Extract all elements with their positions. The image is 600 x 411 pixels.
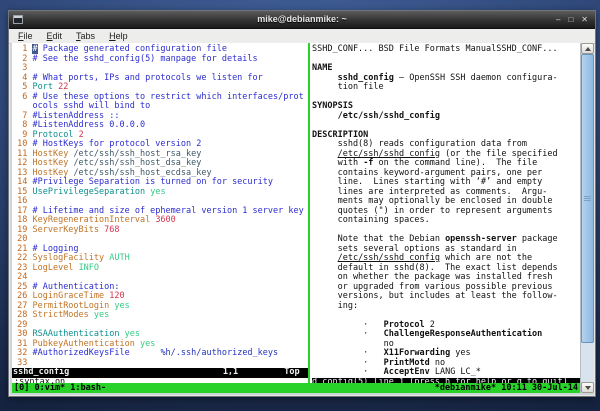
vim-line: 23 LogLevel INFO <box>12 264 308 274</box>
line-number: 26 <box>12 291 32 301</box>
window-titlebar[interactable]: mike@debianmike: ~ –□ ✕ <box>9 11 595 29</box>
line-number: 1 <box>12 44 32 54</box>
terminal-area: 1 # Package generated configuration file… <box>10 43 594 395</box>
man-line: ing: <box>312 302 580 312</box>
scrollbar[interactable] <box>580 43 594 393</box>
vim-line: 15 UsePrivilegeSeparation yes <box>12 188 308 198</box>
line-number: 21 <box>12 244 32 254</box>
line-number: 10 <box>12 139 32 149</box>
line-number: 12 <box>12 158 32 168</box>
man-line: tion file <box>312 83 580 93</box>
man-line: containing spaces. <box>312 216 580 226</box>
line-number: 3 <box>12 63 32 73</box>
man-page-pane[interactable]: SSHD_CONF... BSD File Formats ManualSSHD… <box>312 45 580 387</box>
window-title: mike@debianmike: ~ <box>9 11 595 28</box>
menu-bar: FileEditTabsHelp <box>9 29 595 44</box>
pane-divider[interactable] <box>308 43 310 383</box>
vim-buffer: 1 # Package generated configuration file… <box>12 45 308 368</box>
vim-line: 2 # See the sshd_config(5) manpage for d… <box>12 55 308 65</box>
man-line <box>312 55 580 65</box>
scroll-up-button[interactable] <box>581 43 594 54</box>
line-number: 6 <box>12 92 32 102</box>
vim-line: 19 ServerKeyBits 768 <box>12 226 308 236</box>
line-number: 5 <box>12 82 32 92</box>
close-button[interactable]: ✕ <box>581 11 588 28</box>
line-number: 15 <box>12 187 32 197</box>
scroll-down-button[interactable] <box>581 382 594 393</box>
screen-status-bar: [0] 0:vim* 1:bash- *debianmike* 10:11 30… <box>12 383 580 393</box>
terminal-app-icon <box>13 15 23 24</box>
maximize-button[interactable]: □ <box>568 11 573 28</box>
line-number: 23 <box>12 263 32 273</box>
line-number: 14 <box>12 177 32 187</box>
window-controls: –□ ✕ <box>556 11 595 28</box>
line-number: 24 <box>12 272 32 282</box>
scrollbar-thumb[interactable] <box>581 54 594 343</box>
line-number: 27 <box>12 301 32 311</box>
line-number: 30 <box>12 329 32 339</box>
arrow-down-icon <box>585 386 591 390</box>
vim-pane[interactable]: 1 # Package generated configuration file… <box>12 45 308 387</box>
line-number: 29 <box>12 320 32 330</box>
line-number: 7 <box>12 111 32 121</box>
line-number: 19 <box>12 225 32 235</box>
line-number: 20 <box>12 234 32 244</box>
menu-item-file[interactable]: File <box>11 29 40 43</box>
minimize-button[interactable]: – <box>556 11 560 28</box>
menu-item-edit[interactable]: Edit <box>40 29 70 43</box>
line-number: 13 <box>12 168 32 178</box>
line-number: 22 <box>12 253 32 263</box>
line-number <box>12 101 32 111</box>
man-page-text: SSHD_CONF... BSD File Formats ManualSSHD… <box>312 45 580 378</box>
vim-line: 28 StrictModes yes <box>12 311 308 321</box>
terminal-window: mike@debianmike: ~ –□✕ FileEditTabsHelp … <box>8 10 596 397</box>
menu-item-help[interactable]: Help <box>102 29 135 43</box>
menu-item-tabs[interactable]: Tabs <box>69 29 102 43</box>
thumb-grip-icon <box>584 196 591 201</box>
line-number: 11 <box>12 149 32 159</box>
line-number: 25 <box>12 282 32 292</box>
scrollbar-track[interactable] <box>581 54 594 382</box>
line-number: 33 <box>12 358 32 368</box>
line-number: 2 <box>12 54 32 64</box>
line-number: 4 <box>12 73 32 83</box>
line-number: 28 <box>12 310 32 320</box>
man-line: SSHD_CONF... BSD File Formats ManualSSHD… <box>312 45 580 55</box>
vim-line: 32 #AuthorizedKeysFile %h/.ssh/authorize… <box>12 349 308 359</box>
screen-host-clock: *debianmike* 10:11 30-Jul-14 <box>435 383 578 393</box>
arrow-up-icon <box>585 47 591 51</box>
line-number: 18 <box>12 215 32 225</box>
line-number: 32 <box>12 348 32 358</box>
line-number: 17 <box>12 206 32 216</box>
man-line: /etc/ssh/sshd_config <box>312 112 580 122</box>
screen-window-list: [0] 0:vim* 1:bash- <box>14 383 106 393</box>
screen-session: 1 # Package generated configuration file… <box>12 43 580 393</box>
line-number: 9 <box>12 130 32 140</box>
line-number: 8 <box>12 120 32 130</box>
line-number: 31 <box>12 339 32 349</box>
line-number: 16 <box>12 196 32 206</box>
